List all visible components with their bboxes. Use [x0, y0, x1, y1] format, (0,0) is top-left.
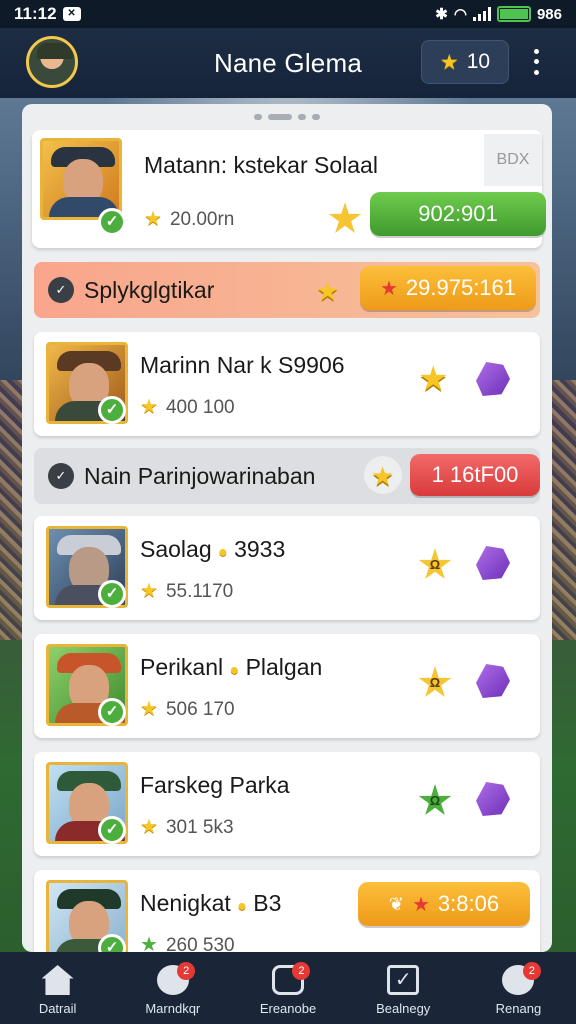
more-menu-icon[interactable]: [525, 46, 547, 78]
player-score: ★ 506 170: [140, 698, 235, 720]
player-score: ★ 400 100: [140, 396, 235, 418]
player-card-4[interactable]: ✓ Farskeg Parka ★ 301 5k3 Ω: [34, 752, 540, 856]
gem-icon[interactable]: [476, 782, 510, 816]
player-score: ★ 301 5k3: [140, 816, 234, 838]
coin-counter[interactable]: ★ 10: [421, 40, 509, 84]
star-icon: ★: [418, 360, 449, 398]
star-icon: ★: [411, 893, 430, 916]
app-header: Nane Glema ★ 10: [0, 28, 576, 98]
verified-icon: ✓: [98, 208, 126, 236]
player-name: Saolag ● 3933: [140, 536, 286, 562]
player-score: ★ 260 530: [140, 932, 235, 952]
notification-badge: 2: [522, 962, 541, 980]
featured-player-card[interactable]: ✓ Matann: kstekar Solaal ★ 20.00rn BDX 90…: [32, 130, 546, 248]
notification-badge: 2: [292, 962, 311, 980]
timer-button[interactable]: ❦ ★ 3:8:06: [358, 882, 530, 926]
section-label: Splykglgtikar: [84, 277, 215, 303]
leaderboard-panel: ✓ Matann: kstekar Solaal ★ 20.00rn BDX 90…: [22, 104, 552, 952]
score-button[interactable]: 902:901: [370, 192, 546, 236]
status-bar: 11:12 ✕ ✱ ◠ 986: [0, 0, 576, 28]
gem-icon[interactable]: [476, 664, 510, 698]
nav-label: Renang: [495, 1001, 542, 1016]
signal-icon: [472, 7, 491, 21]
tag-label: BDX: [484, 134, 542, 186]
player-name: Nenigkat ● B3: [140, 890, 282, 916]
player-card-2[interactable]: ✓ Saolag ● 3933 ★ 55.1170 Ω: [34, 516, 540, 620]
nav-item-camera[interactable]: 2 Ereanobe: [230, 952, 345, 1024]
section-button[interactable]: ★ 29.975:161: [360, 266, 536, 310]
star-icon: ★: [140, 816, 158, 838]
battery-icon: [496, 6, 531, 22]
shield-icon: ✓: [48, 463, 74, 489]
verified-icon: ✓: [98, 580, 126, 608]
player-name: Farskeg Parka: [140, 772, 290, 798]
star-icon: ★: [140, 698, 158, 720]
player-card-3[interactable]: ✓ Perikanl ● Plalgan ★ 506 170 Ω: [34, 634, 540, 738]
green-star-icon: ★: [140, 934, 158, 952]
coin-count: 10: [466, 50, 491, 73]
shield-icon: ✓: [48, 277, 74, 303]
player-name: Matann: kstekar Solaal: [144, 152, 378, 178]
bluetooth-icon: ✱: [435, 6, 448, 23]
notification-icon: ✕: [62, 7, 81, 21]
star-icon: ★: [140, 580, 158, 602]
bottom-navigation: Datrail 2 Marndkqr 2 Ereanobe ✓ Bealnegy…: [0, 952, 576, 1024]
green-star-badge-icon: Ω: [418, 784, 452, 815]
nav-label: Bealnegy: [376, 1001, 431, 1016]
checkbox-icon: ✓: [387, 965, 420, 995]
nav-item-members[interactable]: 2 Marndkqr: [115, 952, 230, 1024]
player-name: Marinn Nar k S9906: [140, 352, 345, 378]
player-score: ★ 20.00rn: [144, 208, 235, 230]
nav-label: Datrail: [38, 1001, 77, 1016]
star-icon: ★: [316, 276, 340, 306]
star-badge-icon: Ω: [418, 548, 452, 579]
gem-icon[interactable]: [476, 362, 510, 396]
section-header-2[interactable]: ✓ Nain Parinjowarinaban ★ 1 16tF00: [34, 448, 540, 504]
battery-text: 986: [536, 5, 562, 23]
player-card-5[interactable]: ✓ Nenigkat ● B3 ★ 260 530 ❦ ★ 3:8:06: [34, 870, 540, 952]
player-name: Perikanl ● Plalgan: [140, 654, 323, 680]
star-icon: ★: [371, 461, 395, 491]
verified-icon: ✓: [98, 816, 126, 844]
section-label: Nain Parinjowarinaban: [84, 463, 316, 489]
star-icon: ★: [140, 396, 158, 418]
star-badge-icon: Ω: [418, 666, 452, 697]
verified-icon: ✓: [98, 698, 126, 726]
star-icon: ★: [144, 208, 162, 230]
wing-icon: ❦: [388, 893, 404, 914]
star-badge-icon: [328, 202, 362, 233]
nav-label: Marndkqr: [145, 1001, 201, 1016]
drag-handle[interactable]: [253, 114, 321, 120]
star-circle: ★: [364, 456, 402, 494]
player-card-1[interactable]: ✓ Marinn Nar k S9906 ★ 400 100 ★: [34, 332, 540, 436]
verified-icon: ✓: [98, 396, 126, 424]
nav-item-settings[interactable]: 2 Renang: [461, 952, 576, 1024]
notification-badge: 2: [177, 962, 196, 980]
nav-item-home[interactable]: Datrail: [0, 952, 115, 1024]
section-header-1[interactable]: ✓ Splykglgtikar ★ ★ 29.975:161: [34, 262, 540, 318]
nav-item-tasks[interactable]: ✓ Bealnegy: [346, 952, 461, 1024]
status-time: 11:12: [14, 4, 57, 23]
section-button[interactable]: 1 16tF00: [410, 454, 540, 496]
nav-label: Ereanobe: [259, 1001, 317, 1016]
star-icon: ★: [439, 50, 459, 74]
gem-icon[interactable]: [476, 546, 510, 580]
wifi-icon: ◠: [453, 6, 467, 23]
home-icon: [41, 965, 74, 995]
player-score: ★ 55.1170: [140, 580, 234, 602]
